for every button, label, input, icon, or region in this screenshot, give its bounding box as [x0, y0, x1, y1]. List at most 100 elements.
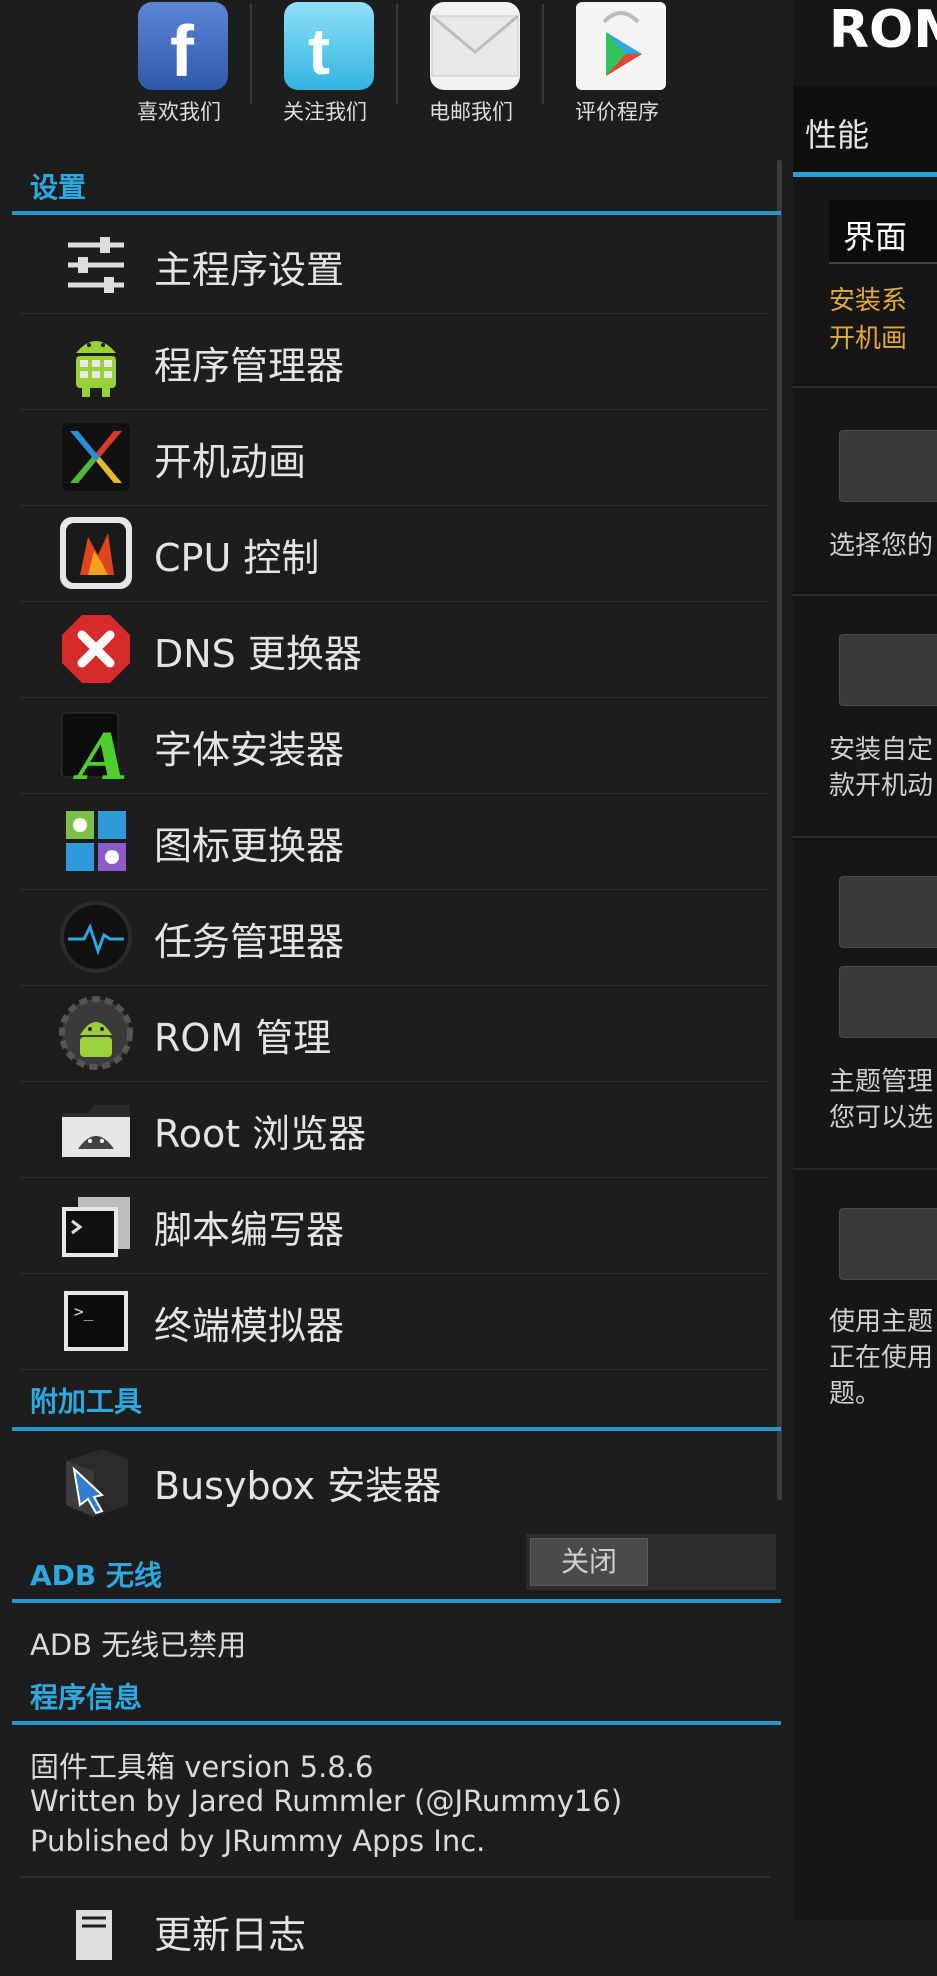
action-button-5[interactable]	[839, 1208, 937, 1280]
divider	[20, 1876, 770, 1878]
terminal-icon: >_	[58, 1283, 134, 1359]
like-us-label: 喜欢我们	[137, 100, 221, 124]
main-panel: ROM 性能 界面 安装系 开机画 选择您的 安装自定 款开机动 主题管理 您可…	[793, 0, 937, 1920]
description-2-line1: 安装自定	[829, 735, 934, 765]
svg-text:t: t	[308, 14, 330, 88]
rate-app-button[interactable]: 评价程序	[544, 0, 690, 130]
font-icon: A	[58, 707, 134, 795]
divider	[793, 386, 937, 388]
description-3-line2: 您可以选	[829, 1103, 934, 1133]
section-divider	[12, 211, 781, 215]
menu-item-label: 主程序设置	[154, 248, 345, 292]
task-manager-icon	[58, 899, 134, 975]
description-4-line1: 使用主题	[829, 1307, 934, 1337]
email-icon	[430, 2, 520, 90]
section-header-settings: 设置	[30, 171, 87, 204]
menu-item-label: 任务管理器	[154, 920, 345, 964]
busybox-icon	[58, 1443, 134, 1519]
menu-item-app-settings[interactable]: 主程序设置	[20, 217, 770, 314]
section-header-app-info: 程序信息	[30, 1681, 143, 1714]
toggle-knob: 关闭	[530, 1538, 648, 1586]
orange-note-line1: 安装系	[829, 286, 908, 316]
menu-item-icon-changer[interactable]: 图标更换器	[20, 793, 770, 890]
menu-item-dns-changer[interactable]: DNS 更换器	[20, 601, 770, 698]
boot-animation-icon	[58, 419, 134, 495]
email-us-label: 电邮我们	[429, 100, 513, 124]
description-4-line2: 正在使用	[829, 1343, 934, 1373]
root-browser-icon	[58, 1091, 134, 1167]
navigation-drawer: f 喜欢我们 t 关注我们 电邮我们 评价程序 设置 主程序设置 程序管理器 开…	[0, 0, 793, 1960]
app-version-text: 固件工具箱 version 5.8.6	[30, 1750, 374, 1784]
adb-status-text: ADB 无线已禁用	[30, 1628, 247, 1662]
action-button-1[interactable]	[839, 430, 937, 502]
menu-item-label: 更新日志	[154, 1913, 307, 1957]
orange-note-line2: 开机画	[829, 324, 908, 354]
menu-item-label: Root 浏览器	[154, 1112, 367, 1156]
menu-item-label: Busybox 安装器	[154, 1464, 442, 1508]
section-header-adb-wireless: ADB 无线	[30, 1559, 163, 1592]
menu-item-label: DNS 更换器	[154, 632, 362, 676]
menu-item-label: ROM 管理	[154, 1016, 332, 1060]
description-4-line3: 题。	[829, 1379, 882, 1409]
cpu-icon	[58, 515, 134, 591]
action-button-3[interactable]	[839, 876, 937, 948]
menu-item-label: CPU 控制	[154, 536, 320, 580]
menu-item-terminal[interactable]: >_ 终端模拟器	[20, 1273, 770, 1370]
icon-changer-icon	[58, 803, 134, 879]
rom-gear-icon	[58, 995, 134, 1071]
description-1: 选择您的	[829, 531, 934, 561]
sliders-icon	[58, 227, 134, 303]
facebook-icon: f	[138, 2, 228, 92]
script-icon	[58, 1187, 134, 1263]
menu-item-root-browser[interactable]: Root 浏览器	[20, 1081, 770, 1178]
menu-item-script-writer[interactable]: 脚本编写器	[20, 1177, 770, 1274]
menu-item-label: 程序管理器	[154, 344, 345, 388]
section-header-extra-tools: 附加工具	[30, 1385, 143, 1418]
menu-item-label: 图标更换器	[154, 824, 345, 868]
menu-item-label: 终端模拟器	[154, 1304, 345, 1348]
spinner-value: 界面	[843, 218, 908, 256]
menu-item-app-manager[interactable]: 程序管理器	[20, 313, 770, 410]
author-text: Written by Jared Rummler (@JRummy16)	[30, 1784, 623, 1818]
description-3-line1: 主题管理	[829, 1067, 934, 1097]
menu-item-boot-animation[interactable]: 开机动画	[20, 409, 770, 506]
menu-item-label: 字体安装器	[154, 728, 345, 772]
menu-item-task-manager[interactable]: 任务管理器	[20, 889, 770, 986]
action-button-4[interactable]	[839, 966, 937, 1038]
divider	[793, 836, 937, 838]
scrollbar[interactable]	[777, 160, 782, 1500]
like-us-button[interactable]: f 喜欢我们	[106, 0, 252, 130]
section-divider	[12, 1427, 781, 1431]
twitter-icon: t	[284, 2, 374, 90]
tab-indicator	[793, 172, 937, 177]
tab-performance[interactable]: 性能	[805, 110, 869, 156]
adb-wireless-toggle[interactable]: 关闭	[526, 1534, 776, 1590]
section-divider	[12, 1599, 781, 1603]
follow-us-button[interactable]: t 关注我们	[252, 0, 398, 130]
category-spinner[interactable]: 界面	[829, 200, 937, 264]
menu-item-changelog[interactable]: 更新日志	[20, 1880, 770, 1976]
divider	[793, 594, 937, 596]
menu-item-font-installer[interactable]: A 字体安装器	[20, 697, 770, 795]
publisher-text: Published by JRummy Apps Inc.	[30, 1824, 486, 1858]
dns-icon	[58, 611, 134, 687]
email-us-button[interactable]: 电邮我们	[398, 0, 544, 130]
menu-item-busybox-installer[interactable]: Busybox 安装器	[20, 1433, 770, 1529]
toggle-label: 关闭	[560, 1545, 617, 1578]
menu-item-rom-manager[interactable]: ROM 管理	[20, 985, 770, 1082]
android-icon	[58, 323, 134, 399]
menu-item-label: 脚本编写器	[154, 1208, 345, 1252]
menu-item-cpu-control[interactable]: CPU 控制	[20, 505, 770, 602]
description-2-line2: 款开机动	[829, 771, 934, 801]
svg-text:>_: >_	[74, 1302, 94, 1321]
main-title: ROM	[829, 0, 937, 60]
svg-text:f: f	[170, 12, 195, 90]
divider	[793, 1168, 937, 1170]
action-button-2[interactable]	[839, 634, 937, 706]
menu-item-label: 开机动画	[154, 440, 307, 484]
svg-text:A: A	[73, 720, 128, 783]
changelog-icon	[68, 1890, 144, 1966]
follow-us-label: 关注我们	[283, 100, 367, 124]
play-store-icon	[576, 2, 666, 90]
section-divider	[12, 1721, 781, 1725]
